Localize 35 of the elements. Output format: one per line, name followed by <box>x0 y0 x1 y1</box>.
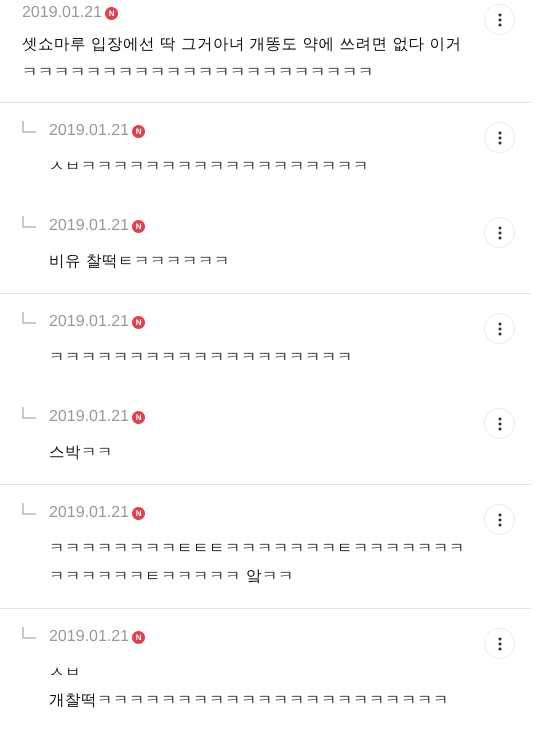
comment-date: 2019.01.21 <box>49 313 130 331</box>
comment-text: ㅅㅂㅋㅋㅋㅋㅋㅋㅋㅋㅋㅋㅋㅋㅋㅋㅋㅋㅋㅋ <box>48 156 370 177</box>
new-badge: N <box>132 506 146 520</box>
more-options-button[interactable] <box>484 122 515 153</box>
more-dots-icon <box>498 322 502 336</box>
comment-text: 비유 찰떡ㅌㅋㅋㅋㅋㅋㅋ <box>48 251 231 272</box>
comment-date: 2019.01.21 <box>49 217 130 235</box>
more-options-button[interactable] <box>484 628 515 659</box>
comment-date: 2019.01.21 <box>49 504 130 522</box>
comment-date: 2019.01.21 <box>49 408 130 426</box>
new-badge: N <box>132 316 146 328</box>
more-dots-icon <box>498 130 502 144</box>
new-badge: N <box>105 6 118 20</box>
comment-text: ㅋㅋㅋㅋㅋㅋㅋㅋㅌㅌㅌㅋㅋㅋㅋㅋㅋㅋㅌㅋㅋㅋㅋㅋㅋㅋㅋㅋㅋㅋㅋㅋㅌㅋㅋㅋㅋㅋ 앜ㅋㅋ <box>48 538 466 587</box>
new-badge: N <box>132 630 146 644</box>
more-options-button[interactable] <box>484 313 515 344</box>
more-options-button[interactable] <box>484 4 515 35</box>
comment-date: 2019.01.21 <box>22 4 102 22</box>
comment-text: ㅋㅋㅋㅋㅋㅋㅋㅋㅋㅋㅋㅋㅋㅋㅋㅋㅋㅋㅋ <box>48 347 354 368</box>
more-options-button[interactable] <box>484 408 515 439</box>
comment-text: 스박ㅋㅋ <box>48 442 114 463</box>
new-badge: N <box>132 124 146 138</box>
more-dots-icon <box>498 512 502 526</box>
more-dots-icon <box>498 226 502 240</box>
new-badge: N <box>132 410 146 424</box>
comment-text: ㅅㅂ 개찰떡ㅋㅋㅋㅋㅋㅋㅋㅋㅋㅋㅋㅋㅋㅋㅋㅋㅋㅋㅋㅋㅋㅋ <box>48 662 450 711</box>
more-dots-icon <box>498 416 502 430</box>
more-dots-icon <box>498 636 502 650</box>
comment-date: 2019.01.21 <box>49 122 130 140</box>
new-badge: N <box>132 220 146 232</box>
comment-date: 2019.01.21 <box>49 628 130 646</box>
more-options-button[interactable] <box>484 504 515 535</box>
more-options-button[interactable] <box>484 217 515 248</box>
more-dots-icon <box>498 12 502 26</box>
comment-text: 셋쇼마루 입장에선 딱 그거아녀 개똥도 약에 쓰려면 없다 이거 ㅋㅋㅋㅋㅋㅋㅋㅋㅋㅋㅋㅋㅋㅋㅋㅋㅋㅋㅋㅋㅋㅋ <box>22 34 462 83</box>
